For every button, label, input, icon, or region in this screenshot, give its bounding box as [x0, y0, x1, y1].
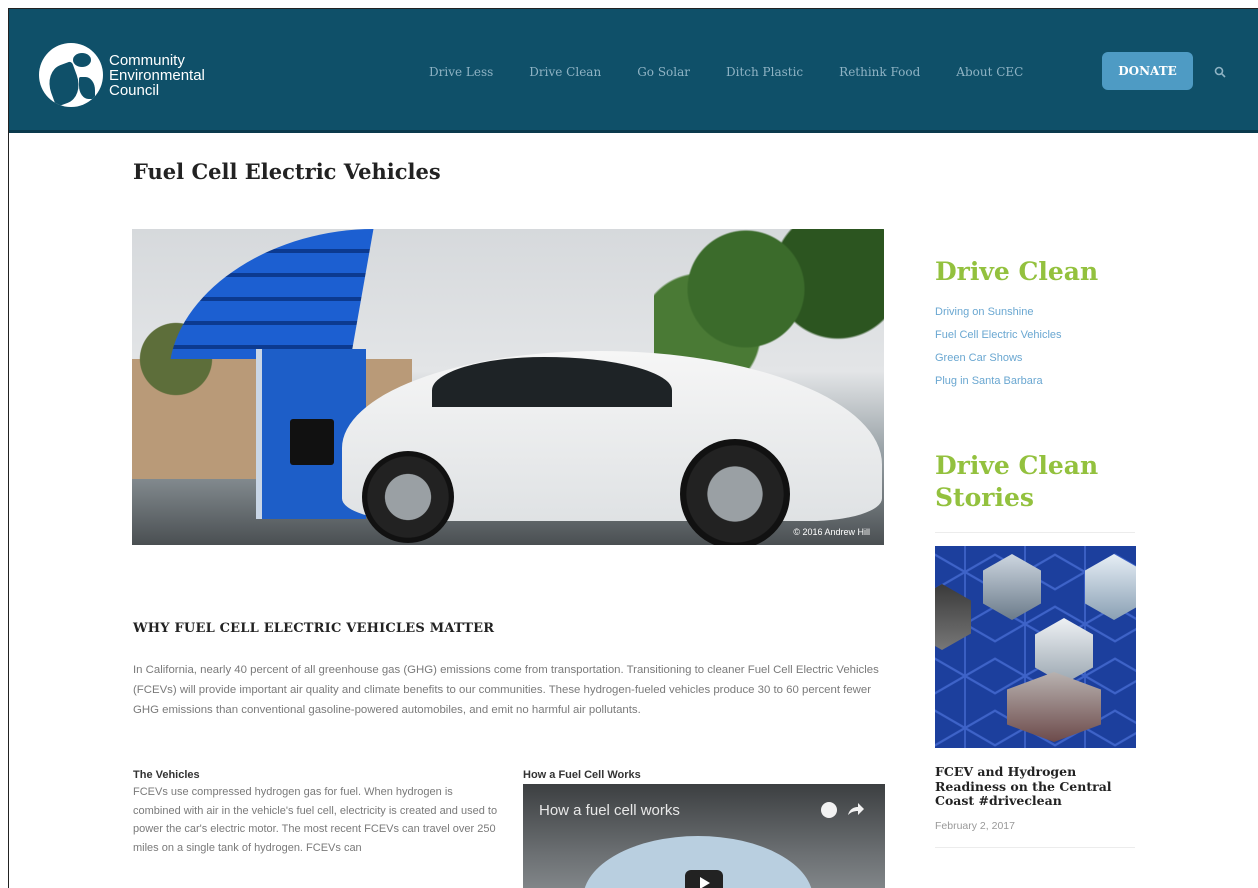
story-date: February 2, 2017 [935, 820, 1015, 832]
sidebar-stories-title: Drive Clean Stories [935, 451, 1099, 512]
main-nav: Drive Less Drive Clean Go Solar Ditch Pl… [429, 65, 1059, 79]
nav-drive-clean[interactable]: Drive Clean [529, 65, 601, 79]
page-title: Fuel Cell Electric Vehicles [133, 159, 441, 184]
sidebar-link-plug-in-santa-barbara[interactable]: Plug in Santa Barbara [935, 370, 1062, 393]
story-title[interactable]: FCEV and Hydrogen Readiness on the Centr… [935, 764, 1135, 809]
sidebar-links: Driving on Sunshine Fuel Cell Electric V… [935, 301, 1062, 393]
fuelcell-heading: How a Fuel Cell Works [523, 769, 641, 781]
play-icon[interactable] [685, 870, 723, 888]
hero-image: © 2016 Andrew Hill [132, 229, 884, 545]
nav-ditch-plastic[interactable]: Ditch Plastic [726, 65, 803, 79]
donate-button[interactable]: DONATE [1102, 52, 1193, 90]
site-logo[interactable]: Community Environmental Council [39, 43, 205, 107]
vehicles-section: The Vehicles FCEVs use compressed hydrog… [133, 769, 503, 857]
divider [935, 847, 1135, 848]
section-heading: WHY FUEL CELL ELECTRIC VEHICLES MATTER [133, 621, 495, 636]
intro-paragraph: In California, nearly 40 percent of all … [133, 664, 879, 716]
sidebar-link-driving-on-sunshine[interactable]: Driving on Sunshine [935, 301, 1062, 324]
nav-about-cec[interactable]: About CEC [956, 65, 1023, 79]
sidebar-link-green-car-shows[interactable]: Green Car Shows [935, 347, 1062, 370]
video-player[interactable]: How a fuel cell works [523, 784, 885, 888]
nav-go-solar[interactable]: Go Solar [637, 65, 690, 79]
sidebar-link-fuel-cell-electric-vehicles[interactable]: Fuel Cell Electric Vehicles [935, 324, 1062, 347]
vehicles-heading: The Vehicles [133, 769, 200, 781]
watch-later-icon[interactable] [821, 802, 837, 818]
divider [935, 532, 1135, 533]
photo-credit: © 2016 Andrew Hill [793, 527, 870, 537]
nav-drive-less[interactable]: Drive Less [429, 65, 493, 79]
globe-leaf-icon [39, 43, 103, 107]
video-title[interactable]: How a fuel cell works [539, 802, 680, 819]
nav-rethink-food[interactable]: Rethink Food [839, 65, 920, 79]
vehicles-body: FCEVs use compressed hydrogen gas for fu… [133, 786, 498, 854]
logo-text: Community Environmental Council [109, 51, 205, 99]
share-icon[interactable] [847, 802, 865, 816]
story-thumbnail[interactable] [935, 546, 1136, 748]
site-header: Community Environmental Council Drive Le… [9, 9, 1258, 133]
search-icon[interactable] [1214, 66, 1226, 78]
fuelcell-section: How a Fuel Cell Works [523, 769, 885, 781]
sidebar-title: Drive Clean [935, 257, 1099, 286]
browser-viewport: Community Environmental Council Drive Le… [8, 8, 1258, 888]
